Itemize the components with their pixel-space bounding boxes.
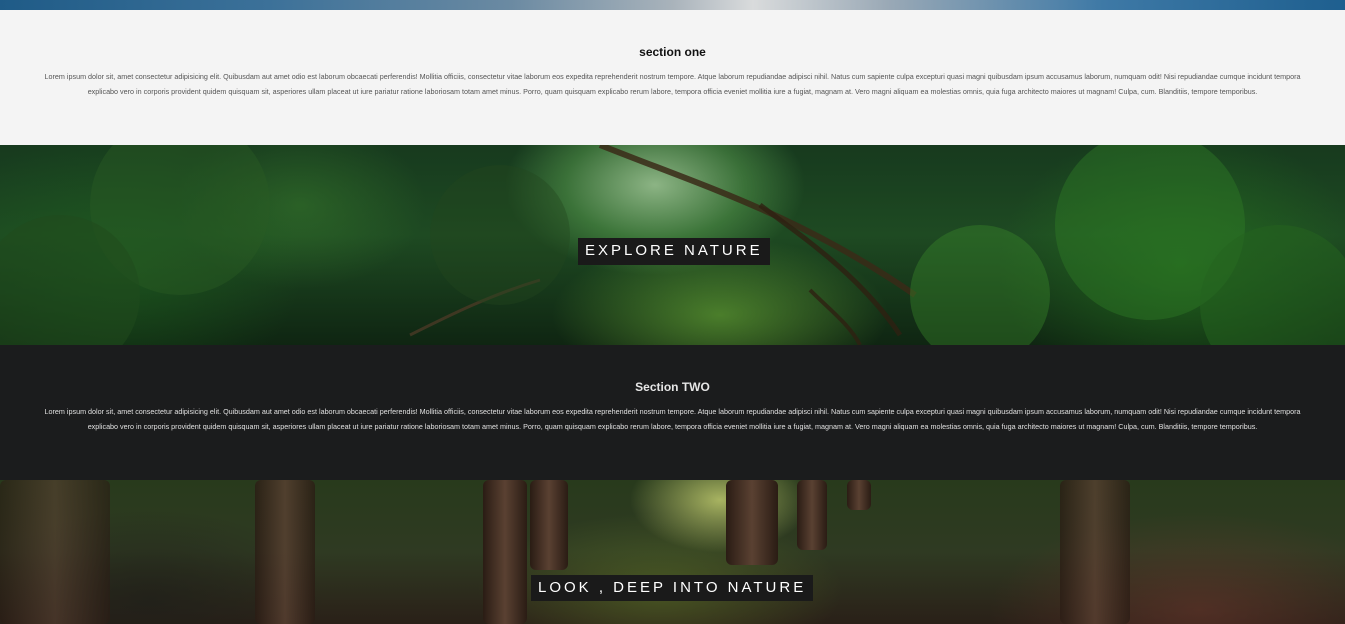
- tree-trunk: [726, 480, 778, 565]
- tree-trunk: [847, 480, 871, 510]
- explore-nature-caption: EXPLORE NATURE: [578, 238, 770, 265]
- forest-path-banner-image: [0, 480, 1345, 624]
- section-one: section one Lorem ipsum dolor sit, amet …: [0, 10, 1345, 145]
- tree-trunk: [1060, 480, 1130, 624]
- section-two-title: Section TWO: [635, 380, 710, 394]
- tree-trunk: [255, 480, 315, 624]
- section-one-body: Lorem ipsum dolor sit, amet consectetur …: [44, 72, 1301, 96]
- tree-trunk: [0, 480, 110, 624]
- look-deep-into-nature-caption: LOOK , DEEP INTO NATURE: [531, 575, 814, 601]
- section-two-body: Lorem ipsum dolor sit, amet consectetur …: [44, 407, 1301, 431]
- tree-trunk: [483, 480, 527, 624]
- section-two: Section TWO Lorem ipsum dolor sit, amet …: [0, 345, 1345, 480]
- tree-trunk: [797, 480, 827, 550]
- tree-trunk: [530, 480, 568, 570]
- section-one-title: section one: [639, 45, 706, 59]
- sky-banner-image: [0, 0, 1345, 10]
